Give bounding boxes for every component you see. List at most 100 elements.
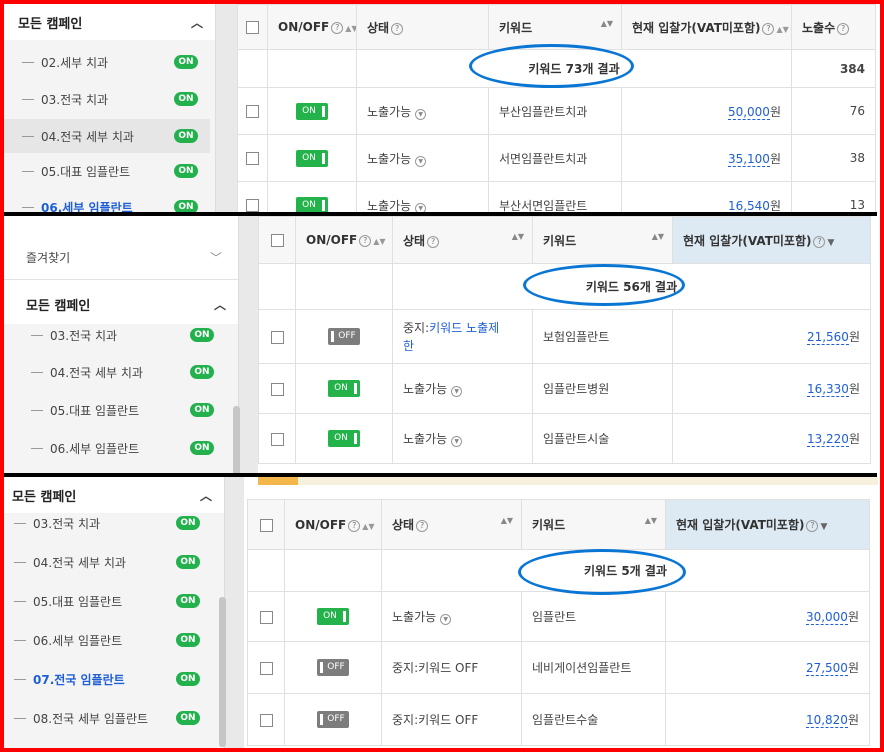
sort-icon[interactable]: ▲▼	[652, 232, 664, 241]
sort-icon[interactable]: ▲▼	[501, 516, 513, 525]
bid-link[interactable]: 30,000	[805, 610, 848, 625]
scrollbar-thumb[interactable]	[233, 406, 240, 474]
col-onoff[interactable]: ON/OFF? ▲▼	[284, 499, 382, 550]
off-toggle[interactable]: OFF	[317, 711, 349, 728]
col-onoff[interactable]: ON/OFF? ▲▼	[295, 216, 393, 264]
col-bid[interactable]: 현재 입찰가(VAT미포함)? ▼	[665, 499, 870, 550]
all-campaigns-header[interactable]: 모든 캠페인 ︿	[4, 284, 238, 324]
status-link[interactable]: 키워드 노출제	[429, 321, 499, 335]
sidebar-item-05[interactable]: 05.대표 임플란트 ON	[4, 395, 230, 425]
col-keyword[interactable]: 키워드 ▲▼	[532, 216, 673, 264]
bid-link[interactable]: 27,500	[805, 661, 848, 676]
sidebar-item-02[interactable]: 02.세부 치과 ON	[4, 47, 210, 77]
help-icon[interactable]: ?	[359, 235, 372, 247]
sidebar-item-04[interactable]: 04.전국 세부 치과 ON	[4, 357, 230, 387]
on-toggle[interactable]: ON	[328, 380, 360, 397]
sidebar-item-03[interactable]: 03.전국 치과 ON	[4, 84, 210, 114]
col-keyword[interactable]: 키워드 ▲▼	[488, 4, 622, 50]
row-checkbox[interactable]	[259, 610, 273, 624]
chevron-down-icon[interactable]: ▼	[415, 155, 427, 167]
sidebar-item-06[interactable]: 06.세부 임플란트 ON	[4, 192, 210, 212]
chevron-down-icon[interactable]: ▼	[451, 436, 463, 447]
row-checkbox[interactable]	[246, 105, 259, 118]
sidebar-item-06[interactable]: 06.세부 임플란트 ON	[4, 433, 230, 463]
col-bid[interactable]: 현재 입찰가(VAT미포함)? ▲▼	[621, 4, 792, 50]
sidebar-item-06[interactable]: 06.세부 임플란트 ON	[4, 625, 216, 655]
on-toggle[interactable]: ON	[296, 196, 328, 212]
all-campaigns-header[interactable]: 모든 캠페인 ︿	[4, 4, 215, 40]
sort-icon[interactable]: ▲▼	[345, 24, 355, 33]
sort-icon[interactable]: ▲▼	[776, 25, 788, 34]
sidebar-item-04[interactable]: 04.전국 세부 치과 ON	[4, 547, 216, 577]
sort-icon[interactable]: ▲▼	[362, 522, 374, 531]
sort-icon[interactable]: ▲▼	[512, 232, 524, 241]
col-bid[interactable]: 현재 입찰가(VAT미포함)? ▼	[672, 216, 871, 264]
off-toggle[interactable]: OFF	[328, 328, 360, 345]
chevron-down-icon[interactable]: ▼	[415, 108, 427, 120]
col-impressions[interactable]: 노출수?	[791, 4, 876, 50]
on-toggle[interactable]: ON	[328, 430, 360, 447]
help-icon[interactable]: ?	[348, 519, 361, 532]
col-onoff[interactable]: ON/OFF? ▲▼	[267, 4, 357, 50]
on-toggle[interactable]: ON	[296, 149, 328, 167]
sidebar-item-04[interactable]: 04.전국 세부 치과 ON	[4, 119, 210, 153]
chevron-down-icon[interactable]: ﹀	[210, 249, 222, 266]
sidebar-item-07[interactable]: 07.전국 임플란트 ON	[4, 664, 216, 694]
bid-link[interactable]: 50,000	[727, 104, 770, 120]
col-keyword[interactable]: 키워드 ▲▼	[521, 499, 666, 550]
select-all-checkbox[interactable]	[270, 234, 284, 247]
help-icon[interactable]: ?	[806, 520, 819, 532]
chevron-up-icon[interactable]: ︿	[191, 14, 203, 31]
sort-down-icon[interactable]: ▼	[827, 238, 834, 248]
on-toggle[interactable]: ON	[296, 102, 328, 120]
chevron-down-icon[interactable]: ▼	[451, 386, 463, 397]
sort-icon[interactable]: ▲▼	[373, 237, 385, 246]
help-icon[interactable]: ?	[391, 22, 404, 35]
col-status[interactable]: 상태? ▲▼	[381, 499, 522, 550]
sidebar-item-08[interactable]: 08.전국 세부 임플란트 ON	[4, 703, 216, 733]
help-icon[interactable]: ?	[813, 235, 826, 248]
sidebar-scrollbar[interactable]	[219, 477, 244, 748]
sidebar-item-03[interactable]: 03.전국 치과 ON	[4, 320, 230, 350]
row-checkbox[interactable]	[270, 382, 284, 396]
status-link[interactable]: 한	[403, 339, 414, 353]
row-checkbox[interactable]	[246, 152, 259, 165]
chevron-up-icon[interactable]: ︿	[200, 487, 212, 504]
bid-link[interactable]: 10,820	[805, 713, 848, 728]
horizontal-scrollbar[interactable]	[258, 477, 878, 485]
help-icon[interactable]: ?	[762, 22, 775, 35]
scrollbar-thumb[interactable]	[258, 477, 298, 485]
on-toggle[interactable]: ON	[317, 608, 349, 625]
sort-icon[interactable]: ▲▼	[645, 516, 657, 525]
col-status[interactable]: 상태? ▲▼	[392, 216, 533, 264]
scrollbar-thumb[interactable]	[219, 597, 226, 747]
chevron-up-icon[interactable]: ︿	[214, 296, 226, 313]
row-checkbox[interactable]	[270, 432, 284, 446]
bid-link[interactable]: 21,560	[806, 330, 849, 345]
row-checkbox[interactable]	[270, 330, 284, 344]
all-campaigns-header[interactable]: 모든 캠페인 ︿	[4, 477, 224, 513]
bid-link[interactable]: 16,540	[727, 198, 770, 212]
sort-icon[interactable]: ▲▼	[601, 19, 613, 28]
sidebar-item-05[interactable]: 05.대표 임플란트 ON	[4, 586, 216, 616]
sidebar-item-03[interactable]: 03.전국 치과 ON	[4, 509, 216, 537]
bid-link[interactable]: 35,100	[727, 151, 770, 167]
chevron-down-icon[interactable]: ▼	[415, 202, 427, 212]
sidebar-scrollbar[interactable]	[233, 216, 258, 474]
row-checkbox[interactable]	[259, 713, 273, 727]
select-all-checkbox[interactable]	[246, 21, 259, 34]
help-icon[interactable]: ?	[837, 22, 850, 35]
off-toggle[interactable]: OFF	[317, 659, 349, 676]
chevron-down-icon[interactable]: ▼	[440, 614, 452, 625]
help-icon[interactable]: ?	[427, 235, 440, 248]
sidebar-scrollbar[interactable]	[215, 4, 237, 212]
help-icon[interactable]: ?	[416, 520, 429, 532]
col-status[interactable]: 상태?	[356, 4, 489, 50]
help-icon[interactable]: ?	[331, 22, 344, 34]
bid-link[interactable]: 16,330	[806, 382, 849, 397]
favorites-header[interactable]: 즐겨찾기 ﹀	[4, 236, 238, 280]
bid-link[interactable]: 13,220	[806, 432, 849, 447]
row-checkbox[interactable]	[259, 661, 273, 675]
sort-down-icon[interactable]: ▼	[820, 522, 827, 532]
sidebar-item-05[interactable]: 05.대표 임플란트 ON	[4, 156, 210, 186]
